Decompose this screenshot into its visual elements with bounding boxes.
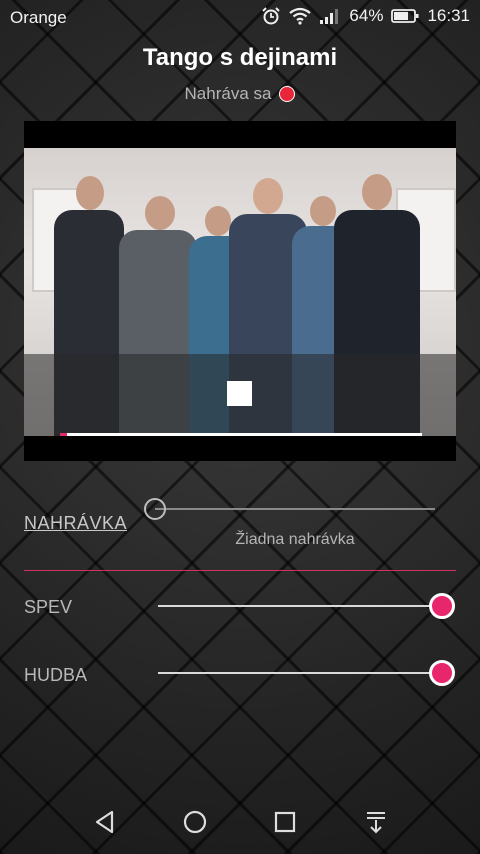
home-icon[interactable] xyxy=(181,808,209,836)
back-icon[interactable] xyxy=(91,808,119,836)
recording-status: Nahráva sa xyxy=(0,84,480,104)
status-bar: Orange 64% 16:31 xyxy=(0,0,480,34)
music-slider-thumb[interactable] xyxy=(429,660,455,686)
recording-slider-thumb[interactable] xyxy=(144,498,166,520)
stop-button[interactable] xyxy=(227,381,252,406)
recording-slider-track[interactable] xyxy=(155,508,435,510)
carrier-name: Orange xyxy=(10,8,67,27)
alarm-icon xyxy=(261,6,281,26)
battery-icon xyxy=(391,8,419,24)
video-progress-fill xyxy=(60,433,68,436)
recording-label[interactable]: NAHRÁVKA xyxy=(24,513,127,534)
no-recording-text: Žiadna nahrávka xyxy=(235,531,355,548)
vocals-slider-thumb[interactable] xyxy=(429,593,455,619)
recents-icon[interactable] xyxy=(271,808,299,836)
video-player[interactable] xyxy=(24,121,456,461)
recording-status-label: Nahráva sa xyxy=(184,84,272,103)
clock: 16:31 xyxy=(427,6,470,25)
section-divider xyxy=(24,570,456,571)
video-progress-bar[interactable] xyxy=(60,433,422,436)
music-slider-track[interactable] xyxy=(158,672,442,674)
battery-percent: 64% xyxy=(349,6,384,25)
wifi-icon xyxy=(289,7,312,25)
status-icons: 64% 16:31 xyxy=(261,6,470,26)
navigation-bar xyxy=(0,790,480,854)
song-title: Tango s dejinami xyxy=(142,44,338,71)
record-indicator-icon xyxy=(279,86,296,102)
vocals-label: SPEV xyxy=(24,597,73,617)
signal-icon xyxy=(319,7,341,25)
vocals-slider-track[interactable] xyxy=(158,605,442,607)
music-label: HUDBA xyxy=(24,665,88,685)
notification-pull-icon[interactable] xyxy=(362,808,390,836)
